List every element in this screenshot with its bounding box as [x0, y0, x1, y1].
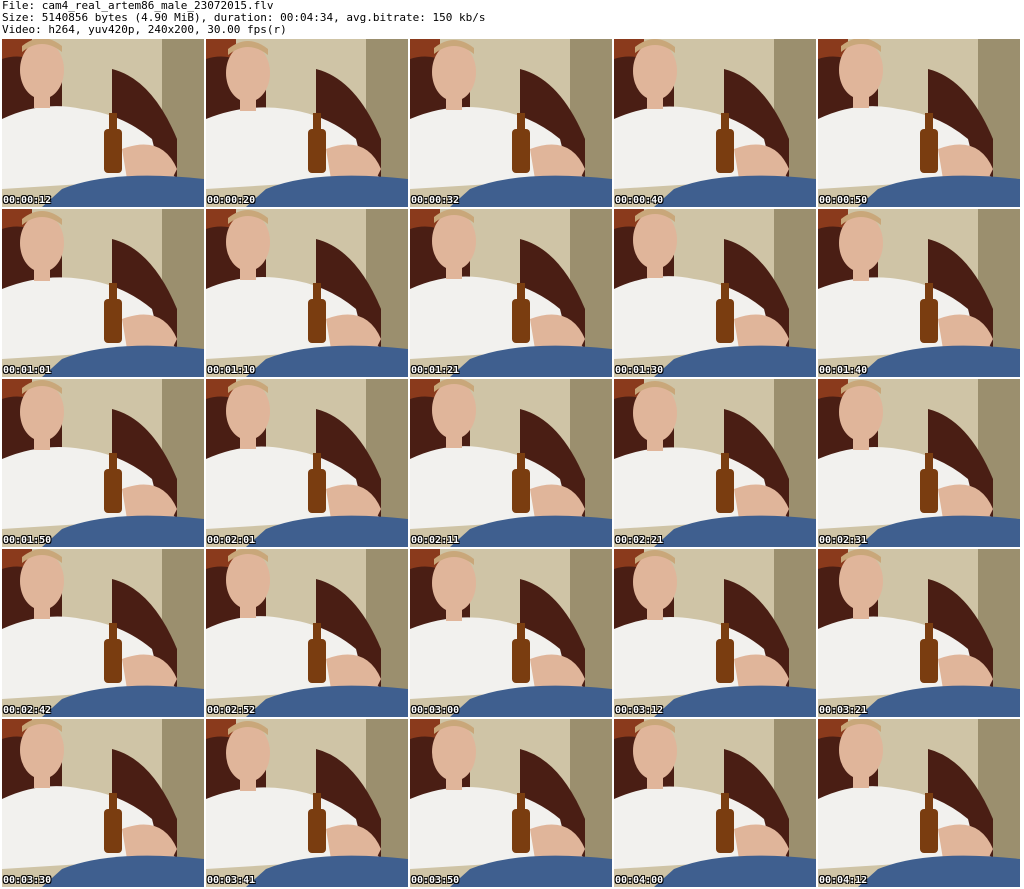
thumbnail-frame: 00:00:32 [410, 39, 612, 207]
thumbnail-frame: 00:00:20 [206, 39, 408, 207]
thumbnail-frame: 00:00:50 [818, 39, 1020, 207]
thumbnail-frame: 00:00:40 [614, 39, 816, 207]
video-frame-image [614, 209, 816, 377]
thumbnail-frame: 00:02:01 [206, 379, 408, 547]
video-frame-image [2, 209, 204, 377]
file-info-header: File: cam4_real_artem86_male_23072015.fl… [2, 0, 1022, 38]
thumbnail-timestamp: 00:00:32 [411, 195, 460, 206]
video-frame-image [818, 39, 1020, 207]
thumbnail-frame: 00:01:40 [818, 209, 1020, 377]
thumbnail-frame: 00:04:00 [614, 719, 816, 887]
video-frame-image [818, 379, 1020, 547]
thumbnail-timestamp: 00:02:21 [615, 535, 664, 546]
thumbnail-frame: 00:02:11 [410, 379, 612, 547]
thumbnail-timestamp: 00:02:01 [207, 535, 256, 546]
thumbnail-frame: 00:01:21 [410, 209, 612, 377]
thumbnail-timestamp: 00:02:11 [411, 535, 460, 546]
thumbnail-timestamp: 00:01:50 [3, 535, 52, 546]
thumbnail-frame: 00:03:00 [410, 549, 612, 717]
video-frame-image [206, 719, 408, 887]
thumbnail-frame: 00:03:12 [614, 549, 816, 717]
thumbnail-timestamp: 00:04:00 [615, 875, 664, 886]
thumbnail-timestamp: 00:03:30 [3, 875, 52, 886]
video-frame-image [410, 379, 612, 547]
video-frame-image [614, 549, 816, 717]
thumbnail-timestamp: 00:03:21 [819, 705, 868, 716]
video-frame-image [410, 209, 612, 377]
video-frame-image [410, 719, 612, 887]
thumbnail-grid: 00:00:12 00:00:20 00:00:32 00:00:40 00:00:50… [2, 39, 1024, 889]
thumbnail-timestamp: 00:01:21 [411, 365, 460, 376]
thumbnail-timestamp: 00:03:12 [615, 705, 664, 716]
thumbnail-timestamp: 00:04:12 [819, 875, 868, 886]
video-frame-image [2, 549, 204, 717]
video-frame-image [614, 379, 816, 547]
video-frame-image [206, 549, 408, 717]
thumbnail-timestamp: 00:00:50 [819, 195, 868, 206]
video-frame-image [614, 719, 816, 887]
video-frame-image [818, 549, 1020, 717]
thumbnail-frame: 00:02:42 [2, 549, 204, 717]
video-frame-image [410, 549, 612, 717]
thumbnail-frame: 00:00:12 [2, 39, 204, 207]
video-frame-image [410, 39, 612, 207]
thumbnail-timestamp: 00:01:30 [615, 365, 664, 376]
thumbnail-frame: 00:02:21 [614, 379, 816, 547]
video-frame-image [614, 39, 816, 207]
video-frame-image [818, 209, 1020, 377]
thumbnail-timestamp: 00:01:01 [3, 365, 52, 376]
video-frame-image [2, 39, 204, 207]
thumbnail-frame: 00:03:30 [2, 719, 204, 887]
thumbnail-timestamp: 00:01:40 [819, 365, 868, 376]
thumbnail-timestamp: 00:03:50 [411, 875, 460, 886]
thumbnail-frame: 00:01:50 [2, 379, 204, 547]
video-info-line: Video: h264, yuv420p, 240x200, 30.00 fps… [2, 23, 287, 36]
thumbnail-timestamp: 00:02:42 [3, 705, 52, 716]
video-frame-image [206, 209, 408, 377]
thumbnail-frame: 00:01:01 [2, 209, 204, 377]
thumbnail-frame: 00:03:41 [206, 719, 408, 887]
thumbnail-timestamp: 00:00:20 [207, 195, 256, 206]
thumbnail-frame: 00:03:21 [818, 549, 1020, 717]
thumbnail-frame: 00:01:30 [614, 209, 816, 377]
thumbnail-timestamp: 00:03:41 [207, 875, 256, 886]
video-frame-image [2, 719, 204, 887]
video-frame-image [2, 379, 204, 547]
thumbnail-frame: 00:02:31 [818, 379, 1020, 547]
thumbnail-timestamp: 00:02:52 [207, 705, 256, 716]
thumbnail-frame: 00:01:10 [206, 209, 408, 377]
thumbnail-timestamp: 00:03:00 [411, 705, 460, 716]
thumbnail-frame: 00:03:50 [410, 719, 612, 887]
thumbnail-timestamp: 00:01:10 [207, 365, 256, 376]
thumbnail-timestamp: 00:00:40 [615, 195, 664, 206]
thumbnail-frame: 00:04:12 [818, 719, 1020, 887]
thumbnail-timestamp: 00:02:31 [819, 535, 868, 546]
thumbnail-timestamp: 00:00:12 [3, 195, 52, 206]
video-frame-image [206, 379, 408, 547]
video-frame-image [206, 39, 408, 207]
video-frame-image [818, 719, 1020, 887]
thumbnail-frame: 00:02:52 [206, 549, 408, 717]
